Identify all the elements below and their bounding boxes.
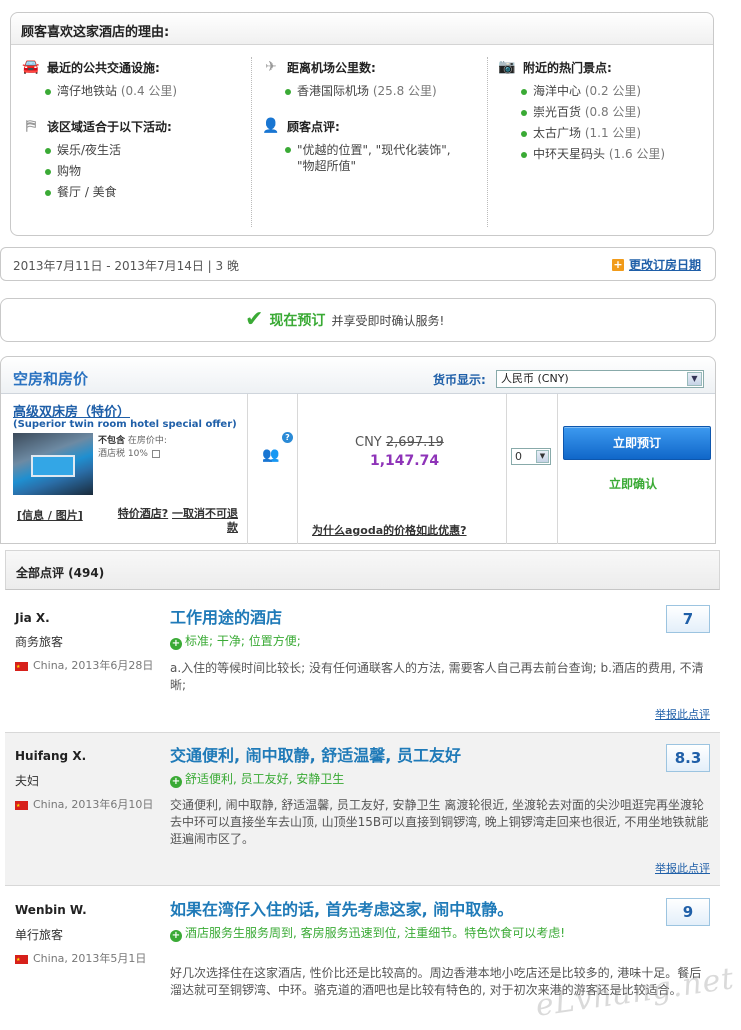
list-item: 购物 — [43, 161, 249, 182]
stay-dates: 2013年7月11日 - 2013年7月14日 | 3 晚 — [13, 259, 239, 273]
discount-price: 1,147.74 — [370, 453, 440, 469]
reasons-panel: 顾客喜欢这家酒店的理由: 🚘 最近的公共交通设施: 湾仔地铁站 (0.4 公里) … — [10, 12, 714, 236]
traveler-type: 夫妇 — [15, 774, 40, 788]
review-body: 交通便利, 闹中取静, 舒适温馨, 员工友好, 安静卫生 离渡轮很近, 坐渡轮去… — [170, 798, 709, 846]
airplane-icon: ✈ — [265, 59, 277, 75]
review-item: Huifang X. 夫妇 China, 2013年6月10日 交通便利, 闹中… — [5, 733, 720, 886]
review-positives: + 酒店服务生服务周到, 客房服务迅速到位, 注重细节。特色饮食可以考虑! — [170, 926, 566, 942]
airport-heading: 距离机场公里数: — [287, 60, 376, 75]
change-dates-link[interactable]: + 更改订房日期 — [611, 256, 701, 273]
review-location-date: China, 2013年6月28日 — [15, 658, 155, 675]
reasons-col-2: ✈ 距离机场公里数: 香港国际机场 (25.8 公里) 👤 顾客点评: "优越的位置… — [259, 57, 489, 190]
list-item: 香港国际机场 (25.8 公里) — [283, 81, 489, 102]
reasons-title: 顾客喜欢这家酒店的理由: — [11, 13, 713, 45]
popup-icon[interactable] — [151, 449, 160, 458]
reviewer-name: Huifang X. — [15, 749, 87, 763]
review-score: 9 — [666, 898, 710, 926]
report-review-link[interactable]: 举报此点评 — [655, 706, 710, 722]
room-name-link[interactable]: 高级双床房（特价） — [13, 401, 130, 420]
list-item: 中环天星码头 (1.6 公里) — [519, 144, 710, 165]
room-tax-note: 不包含 在房价中: 酒店税 10% — [98, 436, 167, 459]
traveler-type: 单行旅客 — [15, 928, 64, 942]
transport-heading: 最近的公共交通设施: — [47, 60, 160, 75]
review-location-date: China, 2013年6月10日 — [15, 797, 155, 814]
review-title: 如果在湾仔入住的话, 首先考虑这家, 闹中取静。 — [170, 900, 514, 919]
divider — [297, 394, 298, 544]
plus-circle-icon: + — [170, 776, 182, 788]
review-positives: + 标准; 干净; 位置方便; — [170, 634, 301, 650]
currency-label: 货币显示: — [433, 373, 486, 387]
why-cheap-link[interactable]: 为什么agoda的价格如此优惠? — [312, 522, 467, 538]
occupancy-icon: 👥 — [262, 447, 280, 463]
activities-heading: 该区域适合于以下活动: — [47, 119, 172, 134]
list-item: 太古广场 (1.1 公里) — [519, 123, 710, 144]
list-item: "优越的位置", "现代化装饰", "物超所值" — [283, 140, 463, 176]
divider — [506, 394, 507, 544]
comments-heading: 顾客点评: — [287, 119, 340, 134]
book-now-text: 现在预订 — [269, 313, 326, 329]
review-positives: + 舒适便利, 员工友好, 安静卫生 — [170, 772, 345, 788]
chevron-down-icon: ▼ — [536, 450, 549, 463]
review-title: 交通便利, 闹中取静, 舒适温馨, 员工友好 — [170, 746, 461, 765]
review-location-date: China, 2013年5月1日 — [15, 951, 155, 968]
room-quantity-select[interactable]: 0 ▼ — [511, 448, 551, 465]
help-icon[interactable]: ? — [282, 432, 293, 443]
plus-circle-icon: + — [170, 930, 182, 942]
availability-panel: 空房和房价 货币显示: 人民币 (CNY) ▼ 高级双床房（特价） (Super… — [0, 356, 716, 544]
review-title: 工作用途的酒店 — [170, 608, 283, 627]
availability-title: 空房和房价 — [13, 370, 89, 388]
info-photos-link[interactable]: [信息 / 图片] — [17, 507, 83, 523]
list-item: 崇光百货 (0.8 公里) — [519, 102, 710, 123]
room-subtitle: (Superior twin room hotel special offer) — [13, 419, 237, 430]
stay-dates-bar: 2013年7月11日 - 2013年7月14日 | 3 晚 + 更改订房日期 — [0, 247, 716, 281]
plus-circle-icon: + — [170, 638, 182, 650]
divider — [251, 57, 252, 227]
review-body: a.入住的等候时间比较长; 没有任何通联客人的方法, 需要客人自己再去前台查询;… — [170, 661, 704, 692]
list-item: 娱乐/夜生活 — [43, 140, 249, 161]
camera-icon: 📷 — [498, 59, 516, 75]
book-now-subtext: 并享受即时确认服务! — [331, 313, 445, 328]
reviews-header: 全部点评 (494) — [5, 550, 720, 590]
list-item: 餐厅 / 美食 — [43, 182, 249, 203]
chevron-down-icon: ▼ — [687, 372, 702, 386]
book-now-button[interactable]: 立即预订 — [563, 426, 711, 460]
divider — [247, 394, 248, 544]
list-item: 湾仔地铁站 (0.4 公里) — [43, 81, 249, 102]
original-price: CNY 2,697.19 — [355, 435, 444, 450]
reviewer-name: Jia X. — [15, 611, 50, 625]
car-icon: 🚘 — [22, 59, 40, 75]
traveler-type: 商务旅客 — [15, 635, 64, 649]
attractions-heading: 附近的热门景点: — [523, 60, 612, 75]
list-item: 海洋中心 (0.2 公里) — [519, 81, 710, 102]
report-review-link[interactable]: 举报此点评 — [655, 860, 710, 876]
reasons-col-3: 📷 附近的热门景点: 海洋中心 (0.2 公里) 崇光百货 (0.8 公里) 太古… — [495, 57, 710, 179]
china-flag-icon — [15, 798, 28, 814]
book-now-banner: ✔ 现在预订 并享受即时确认服务! — [0, 298, 716, 342]
special-offer-note[interactable]: 特价酒店? 一取消不可退款 — [114, 507, 238, 535]
china-flag-icon — [15, 659, 28, 675]
checkmark-icon: ✔ — [245, 307, 264, 332]
review-score: 8.3 — [666, 744, 710, 772]
signpost-icon: ⛿ — [25, 118, 37, 134]
divider — [487, 57, 488, 227]
instant-confirm-label: 立即确认 — [609, 477, 658, 491]
reviews-count: 全部点评 (494) — [16, 566, 105, 580]
reviewer-name: Wenbin W. — [15, 903, 87, 917]
review-score: 7 — [666, 605, 710, 633]
reasons-col-1: 🚘 最近的公共交通设施: 湾仔地铁站 (0.4 公里) ⛿ 该区域适合于以下活动: … — [19, 57, 249, 217]
china-flag-icon — [15, 952, 28, 968]
plus-icon: + — [611, 257, 624, 271]
change-dates-label[interactable]: 更改订房日期 — [629, 256, 701, 273]
currency-select[interactable]: 人民币 (CNY) ▼ — [496, 370, 704, 388]
room-photo[interactable] — [13, 433, 93, 495]
divider — [557, 394, 558, 544]
user-comment-icon: 👤 — [262, 118, 280, 134]
review-item: Jia X. 商务旅客 China, 2013年6月28日 工作用途的酒店 +标… — [5, 590, 720, 733]
